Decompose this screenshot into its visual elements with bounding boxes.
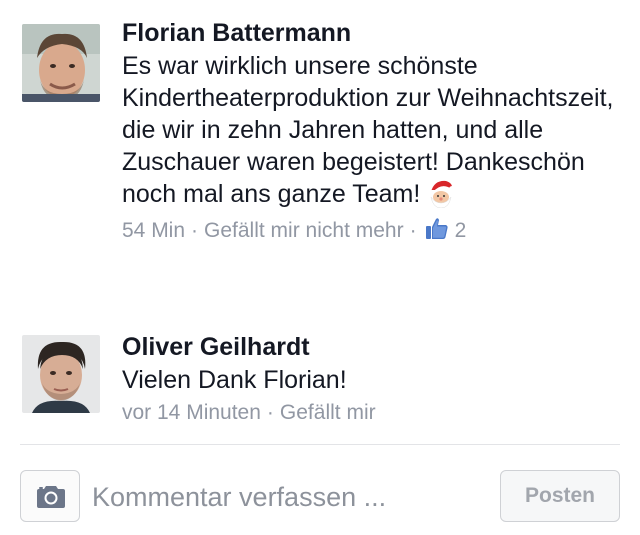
separator-dot: ·	[409, 219, 417, 242]
like-link[interactable]: Gefällt mir	[280, 401, 376, 424]
separator-dot: ·	[191, 219, 199, 242]
santa-claus-emoji	[426, 178, 456, 209]
post-button[interactable]: Posten	[500, 470, 620, 522]
comment-author[interactable]: Florian Battermann	[122, 16, 622, 50]
avatar[interactable]	[22, 335, 100, 413]
comment-meta: vor 14 Minuten · Gefällt mir	[122, 398, 622, 428]
camera-icon	[37, 486, 65, 508]
avatar[interactable]	[22, 24, 100, 102]
comment-text: Vielen Dank Florian!	[122, 366, 347, 394]
unlike-link[interactable]: Gefällt mir nicht mehr	[204, 219, 404, 242]
thumbs-up-icon	[425, 216, 449, 240]
comment-timestamp: vor 14 Minuten	[122, 401, 261, 424]
comment-text: Es war wirklich unsere schönste Kinderth…	[122, 52, 614, 209]
comment-meta: 54 Min · Gefällt mir nicht mehr · 2	[122, 216, 622, 246]
comment-composer: Posten	[0, 445, 640, 535]
separator-dot: ·	[266, 401, 274, 424]
comment-timestamp: 54 Min	[122, 219, 186, 242]
comment-author[interactable]: Oliver Geilhardt	[122, 330, 622, 364]
camera-button[interactable]	[20, 470, 80, 522]
comment-input[interactable]	[92, 477, 482, 517]
like-count[interactable]: 2	[455, 219, 467, 242]
